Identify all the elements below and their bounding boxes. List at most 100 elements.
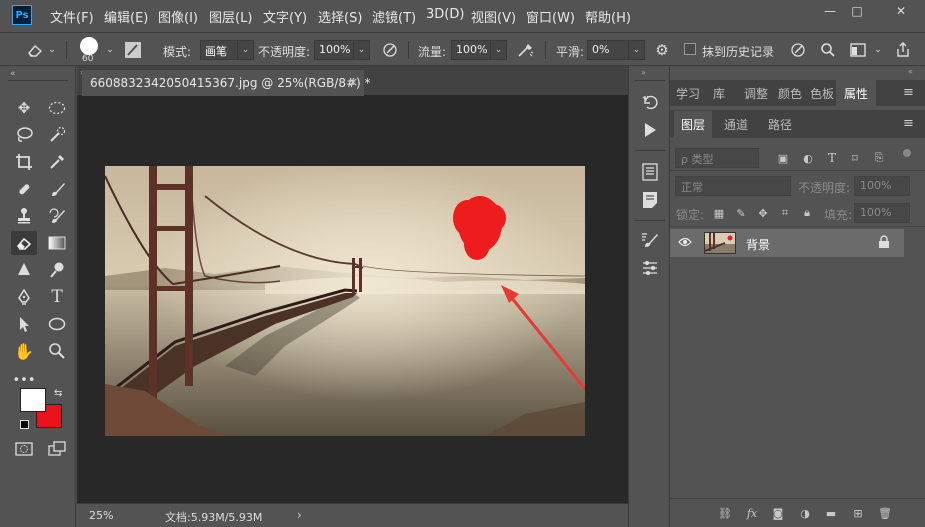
menu-image[interactable]: 图像(I) — [158, 7, 198, 26]
pressure-size-icon[interactable] — [788, 41, 808, 59]
fx-icon[interactable]: fx — [745, 506, 759, 520]
eyedropper-tool-icon[interactable] — [44, 150, 70, 174]
layer-name[interactable]: 背景 — [746, 236, 770, 253]
brush-settings-icon[interactable] — [122, 40, 144, 60]
menu-edit[interactable]: 编辑(E) — [104, 7, 148, 26]
brush-presets-icon[interactable] — [637, 256, 663, 280]
chevron-down-icon[interactable]: ⌄ — [491, 40, 507, 60]
menu-filter[interactable]: 滤镜(T) — [372, 7, 416, 26]
lock-image-icon[interactable]: ✎ — [734, 206, 748, 220]
layer-filter-select[interactable]: ρ 类型 — [675, 148, 759, 168]
delete-layer-icon[interactable]: 🗑︎ — [878, 506, 892, 520]
crop-tool-icon[interactable] — [11, 150, 37, 174]
search-icon[interactable] — [818, 41, 838, 59]
document-tab[interactable]: 6608832342050415367.jpg @ 25%(RGB/8#) * … — [82, 70, 371, 96]
menu-file[interactable]: 文件(F) — [50, 7, 94, 26]
chevron-down-icon[interactable]: ⌄ — [46, 43, 58, 57]
canvas-image[interactable] — [105, 166, 585, 436]
tab-adjustments[interactable]: 调整 — [738, 80, 774, 106]
lock-artboard-icon[interactable]: ⌗ — [778, 206, 792, 220]
tab-learn[interactable]: 学习 — [673, 80, 703, 106]
menu-help[interactable]: 帮助(H) — [585, 7, 631, 26]
new-layer-icon[interactable]: ⊞ — [851, 506, 865, 520]
play-actions-icon[interactable] — [637, 118, 663, 142]
add-mask-icon[interactable]: ◙ — [771, 506, 785, 520]
adjustment-layer-icon[interactable]: ◑ — [798, 506, 812, 520]
tab-swatches[interactable]: 色板 — [806, 80, 838, 106]
filter-pixel-icon[interactable]: ▣ — [776, 151, 790, 165]
lock-transparent-icon[interactable]: ▦ — [712, 206, 726, 220]
foreground-color-swatch[interactable] — [20, 388, 46, 412]
opacity-input[interactable]: 100% — [314, 40, 354, 60]
collapse-arrows-icon[interactable]: « — [10, 69, 16, 79]
default-colors-icon[interactable] — [20, 420, 29, 429]
tab-properties[interactable]: 属性 — [836, 80, 876, 106]
close-window-button[interactable]: ✕ — [889, 2, 913, 20]
tab-channels[interactable]: 通道 — [718, 111, 754, 138]
quick-selection-tool-icon[interactable] — [44, 123, 70, 147]
properties-icon[interactable] — [637, 160, 663, 184]
lock-all-icon[interactable]: 🔒︎ — [800, 206, 814, 220]
type-tool-icon[interactable]: T — [44, 285, 70, 309]
menu-window[interactable]: 窗口(W) — [526, 7, 575, 26]
chevron-down-icon[interactable]: ⌄ — [104, 43, 116, 57]
move-tool-icon[interactable]: ✥ — [11, 96, 37, 120]
blur-tool-icon[interactable] — [11, 258, 37, 282]
filter-smart-object-icon[interactable]: ⎘ — [872, 151, 886, 165]
flow-input[interactable]: 100% — [451, 40, 491, 60]
brush-tool-icon[interactable] — [44, 177, 70, 201]
pressure-opacity-icon[interactable] — [380, 41, 400, 59]
chevron-down-icon[interactable]: ⌄ — [238, 40, 254, 60]
gear-icon[interactable]: ⚙ — [652, 41, 672, 59]
lasso-tool-icon[interactable] — [11, 123, 37, 147]
chevron-down-icon[interactable]: ⌄ — [354, 40, 370, 60]
filter-type-icon[interactable]: T — [825, 151, 839, 165]
quick-mask-icon[interactable] — [11, 437, 37, 461]
status-menu-arrow-icon[interactable]: › — [297, 508, 302, 522]
tab-libraries[interactable]: 库 — [706, 80, 732, 106]
layer-opacity-input[interactable]: 100% — [854, 176, 910, 196]
dodge-tool-icon[interactable] — [44, 258, 70, 282]
smoothing-input[interactable]: 0% — [587, 40, 629, 60]
mode-select[interactable]: 画笔 — [200, 40, 238, 60]
eraser-tool-preset-icon[interactable] — [24, 41, 46, 59]
history-panel-icon[interactable] — [637, 90, 663, 114]
path-selection-tool-icon[interactable] — [11, 312, 37, 336]
layer-row[interactable]: 背景 — [670, 229, 904, 257]
history-brush-tool-icon[interactable] — [44, 204, 70, 228]
zoom-tool-icon[interactable] — [44, 339, 70, 363]
notes-icon[interactable] — [637, 188, 663, 212]
menu-3d[interactable]: 3D(D) — [426, 7, 464, 22]
zoom-level[interactable]: 25% — [89, 509, 113, 522]
ellipse-tool-icon[interactable] — [44, 312, 70, 336]
menu-view[interactable]: 视图(V) — [471, 7, 516, 26]
lock-position-icon[interactable]: ✥ — [756, 206, 770, 220]
pen-tool-icon[interactable] — [11, 285, 37, 309]
share-icon[interactable] — [893, 40, 913, 60]
brush-preview-icon[interactable] — [80, 37, 98, 55]
collapse-arrows-icon[interactable]: « — [908, 67, 913, 76]
tab-color[interactable]: 颜色 — [774, 80, 806, 106]
workspace-icon[interactable] — [848, 41, 868, 59]
lock-icon[interactable] — [878, 235, 890, 249]
healing-brush-tool-icon[interactable] — [11, 177, 37, 201]
brush-settings-panel-icon[interactable] — [637, 228, 663, 252]
eraser-tool-icon[interactable] — [11, 231, 37, 255]
fill-input[interactable]: 100% — [854, 203, 910, 223]
filter-adjustment-icon[interactable]: ◐ — [801, 151, 815, 165]
screen-mode-icon[interactable] — [44, 437, 70, 461]
marquee-tool-icon[interactable] — [44, 96, 70, 120]
menu-type[interactable]: 文字(Y) — [263, 7, 307, 26]
panel-menu-icon[interactable]: ≡ — [903, 116, 914, 131]
close-tab-icon[interactable]: × — [348, 75, 358, 89]
new-group-icon[interactable]: ▬ — [824, 506, 838, 520]
clone-stamp-tool-icon[interactable] — [11, 204, 37, 228]
panel-menu-icon[interactable]: ≡ — [903, 85, 914, 100]
hand-tool-icon[interactable]: ✋ — [11, 339, 37, 363]
eye-visibility-icon[interactable] — [678, 236, 692, 250]
chevron-down-icon[interactable]: ⌄ — [629, 40, 645, 60]
airbrush-icon[interactable] — [516, 41, 536, 59]
maximize-button[interactable]: □ — [845, 2, 869, 20]
menu-select[interactable]: 选择(S) — [318, 7, 362, 26]
swap-colors-icon[interactable]: ⇆ — [54, 388, 62, 399]
